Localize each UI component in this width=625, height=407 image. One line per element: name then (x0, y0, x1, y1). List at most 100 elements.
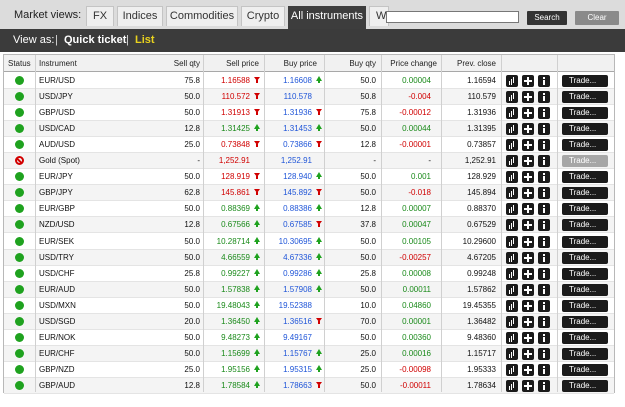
column-header-buy-price[interactable]: Buy price (269, 59, 317, 68)
buy-price-cell[interactable]: 1.36516 (266, 317, 312, 326)
info-icon[interactable] (538, 331, 550, 344)
table-row[interactable]: GBP/JPY 62.8 145.861 145.892 50.0 -0.018 145.8… (4, 185, 614, 202)
plus-icon[interactable] (522, 379, 534, 392)
bar-chart-icon[interactable] (506, 107, 518, 120)
bar-chart-icon[interactable] (506, 203, 518, 216)
tab-crypto[interactable]: Crypto (241, 6, 285, 26)
plus-icon[interactable] (522, 363, 534, 376)
tab-indices[interactable]: Indices (117, 6, 163, 26)
info-icon[interactable] (538, 219, 550, 232)
sell-price-cell[interactable]: 0.88369 (204, 204, 250, 213)
trade-button[interactable]: Trade... (562, 139, 608, 152)
instrument-name[interactable]: USD/JPY (39, 92, 73, 101)
buy-price-cell[interactable]: 9.49167 (266, 333, 312, 342)
plus-icon[interactable] (522, 267, 534, 280)
plus-icon[interactable] (522, 155, 534, 168)
table-row[interactable]: GBP/USD 50.0 1.31913 1.31936 75.8 -0.00012 1.3… (4, 105, 614, 122)
bar-chart-icon[interactable] (506, 171, 518, 184)
column-header-status[interactable]: Status (8, 59, 31, 68)
sell-price-cell[interactable]: 10.28714 (204, 237, 250, 246)
info-icon[interactable] (538, 267, 550, 280)
buy-price-cell[interactable]: 4.67336 (266, 253, 312, 262)
buy-price-cell[interactable]: 0.73866 (266, 140, 312, 149)
sell-price-cell[interactable]: 1.95156 (204, 365, 250, 374)
buy-price-cell[interactable]: 1.78663 (266, 381, 312, 390)
plus-icon[interactable] (522, 91, 534, 104)
trade-button[interactable]: Trade... (562, 91, 608, 104)
info-icon[interactable] (538, 235, 550, 248)
info-icon[interactable] (538, 283, 550, 296)
trade-button[interactable]: Trade... (562, 251, 608, 264)
trade-button[interactable]: Trade... (562, 283, 608, 296)
trade-button[interactable]: Trade... (562, 331, 608, 344)
bar-chart-icon[interactable] (506, 283, 518, 296)
buy-price-cell[interactable]: 1,252.91 (266, 156, 312, 165)
sell-price-cell[interactable]: 1.36450 (204, 317, 250, 326)
sell-price-cell[interactable]: 0.99227 (204, 269, 250, 278)
sell-price-cell[interactable]: 1.57838 (204, 285, 250, 294)
buy-price-cell[interactable]: 1.57908 (266, 285, 312, 294)
info-icon[interactable] (538, 139, 550, 152)
instrument-name[interactable]: EUR/CHF (39, 349, 75, 358)
sell-price-cell[interactable]: 1.31425 (204, 124, 250, 133)
plus-icon[interactable] (522, 299, 534, 312)
sell-price-cell[interactable]: 1.78584 (204, 381, 250, 390)
bar-chart-icon[interactable] (506, 363, 518, 376)
table-row[interactable]: USD/MXN 50.0 19.48043 19.52388 10.0 0.04860 19… (4, 298, 614, 314)
instrument-name[interactable]: USD/MXN (39, 301, 76, 310)
trade-button[interactable]: Trade... (562, 299, 608, 312)
bar-chart-icon[interactable] (506, 139, 518, 152)
buy-price-cell[interactable]: 1.95315 (266, 365, 312, 374)
bar-chart-icon[interactable] (506, 235, 518, 248)
tab-commodities[interactable]: Commodities (166, 6, 238, 26)
trade-button[interactable]: Trade... (562, 187, 608, 200)
bar-chart-icon[interactable] (506, 299, 518, 312)
table-row[interactable]: USD/CHF 25.8 0.99227 0.99286 25.8 0.00008 0.99… (4, 266, 614, 282)
table-row[interactable]: Gold (Spot) -1,252.91 1,252.91- -1,252.91 Tr… (4, 153, 614, 170)
plus-icon[interactable] (522, 235, 534, 248)
buy-price-cell[interactable]: 1.31936 (266, 108, 312, 117)
bar-chart-icon[interactable] (506, 123, 518, 136)
info-icon[interactable] (538, 379, 550, 392)
sell-price-cell[interactable]: 0.67566 (204, 220, 250, 229)
info-icon[interactable] (538, 363, 550, 376)
instrument-name[interactable]: USD/TRY (39, 253, 74, 262)
plus-icon[interactable] (522, 75, 534, 87)
plus-icon[interactable] (522, 123, 534, 136)
instrument-name[interactable]: EUR/NOK (39, 333, 75, 342)
column-header-prev-close[interactable]: Prev. close (444, 59, 496, 68)
buy-price-cell[interactable]: 1.15767 (266, 349, 312, 358)
trade-button[interactable]: Trade... (562, 75, 608, 87)
trade-button[interactable]: Trade... (562, 123, 608, 136)
instrument-name[interactable]: GBP/JPY (39, 188, 73, 197)
instrument-name[interactable]: Gold (Spot) (39, 156, 80, 165)
column-header-price-change[interactable]: Price change (381, 59, 437, 68)
buy-price-cell[interactable]: 0.99286 (266, 269, 312, 278)
buy-price-cell[interactable]: 19.52388 (266, 301, 312, 310)
info-icon[interactable] (538, 203, 550, 216)
bar-chart-icon[interactable] (506, 155, 518, 168)
table-row[interactable]: EUR/AUD 50.0 1.57838 1.57908 50.0 0.00011 1.57… (4, 281, 614, 298)
buy-price-cell[interactable]: 145.892 (266, 188, 312, 197)
sell-price-cell[interactable]: 128.919 (204, 172, 250, 181)
table-row[interactable]: EUR/CHF 50.0 1.15699 1.15767 25.0 0.00016 1.15… (4, 345, 614, 362)
sell-price-cell[interactable]: 1.31913 (204, 108, 250, 117)
trade-button[interactable]: Trade... (562, 363, 608, 376)
trade-button[interactable]: Trade... (562, 379, 608, 392)
info-icon[interactable] (538, 75, 550, 87)
column-header-sell-price[interactable]: Sell price (209, 59, 259, 68)
info-icon[interactable] (538, 251, 550, 264)
table-row[interactable]: USD/TRY 50.0 4.66559 4.67336 50.0 -0.00257 4.6… (4, 249, 614, 266)
trade-button[interactable]: Trade... (562, 155, 608, 168)
info-icon[interactable] (538, 171, 550, 184)
bar-chart-icon[interactable] (506, 347, 518, 360)
info-icon[interactable] (538, 315, 550, 328)
trade-button[interactable]: Trade... (562, 171, 608, 184)
instrument-name[interactable]: EUR/SEK (39, 237, 74, 246)
table-row[interactable]: USD/JPY 50.0 110.572 110.578 50.8 -0.004 110.5… (4, 89, 614, 106)
sell-price-cell[interactable]: 1,252.91 (204, 156, 250, 165)
list-view-link[interactable]: List (135, 34, 155, 46)
trade-button[interactable]: Trade... (562, 267, 608, 280)
info-icon[interactable] (538, 299, 550, 312)
trade-button[interactable]: Trade... (562, 347, 608, 360)
